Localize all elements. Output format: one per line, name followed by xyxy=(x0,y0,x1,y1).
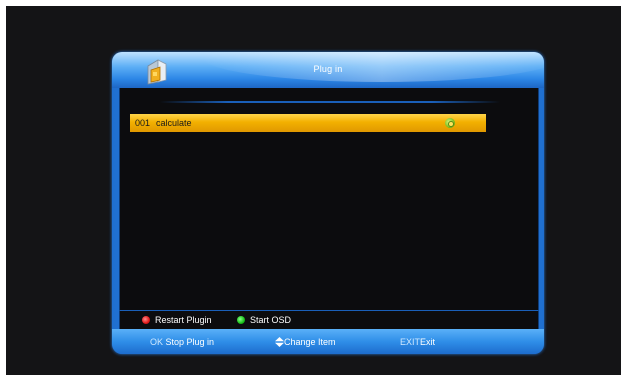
exit-label: Exit xyxy=(420,337,436,347)
plugin-number: 001 xyxy=(135,118,151,128)
plugin-list-item-calculate[interactable]: 001 calculate xyxy=(130,114,486,132)
window-title: Plug in xyxy=(313,64,343,74)
change-item-label: Change Item xyxy=(284,337,336,347)
start-osd-key[interactable]: Start OSD xyxy=(237,315,291,325)
restart-plugin-key[interactable]: Restart Plugin xyxy=(142,315,212,325)
tv-screen: Plug in 001 calculate Restart Plugin Sta… xyxy=(6,6,621,375)
plugin-list: 001 calculate xyxy=(130,114,486,132)
ok-key-label: OK xyxy=(150,337,164,347)
color-key-legend: Restart Plugin Start OSD xyxy=(119,310,539,329)
active-status-icon xyxy=(445,118,455,128)
plugin-name: calculate xyxy=(156,118,192,128)
green-button-icon xyxy=(237,315,245,324)
red-button-icon xyxy=(142,315,150,324)
up-down-arrow-icon xyxy=(275,336,284,347)
exit-hint[interactable]: EXITExit xyxy=(400,337,435,347)
restart-plugin-label: Restart Plugin xyxy=(155,315,212,325)
change-item-hint[interactable]: Change Item xyxy=(275,336,336,347)
content-area: 001 calculate xyxy=(119,88,539,310)
stop-plugin-label: Stop Plug in xyxy=(165,337,215,347)
plugin-window: Plug in 001 calculate Restart Plugin Sta… xyxy=(112,52,544,354)
ok-stop-plugin-hint[interactable]: OK Stop Plug in xyxy=(150,337,214,347)
exit-key-label: EXIT xyxy=(400,337,421,347)
header-divider xyxy=(160,101,500,103)
footer-help-bar: OK Stop Plug in Change Item EXITExit xyxy=(112,329,544,354)
title-bar: Plug in xyxy=(112,52,544,88)
start-osd-label: Start OSD xyxy=(250,315,292,325)
